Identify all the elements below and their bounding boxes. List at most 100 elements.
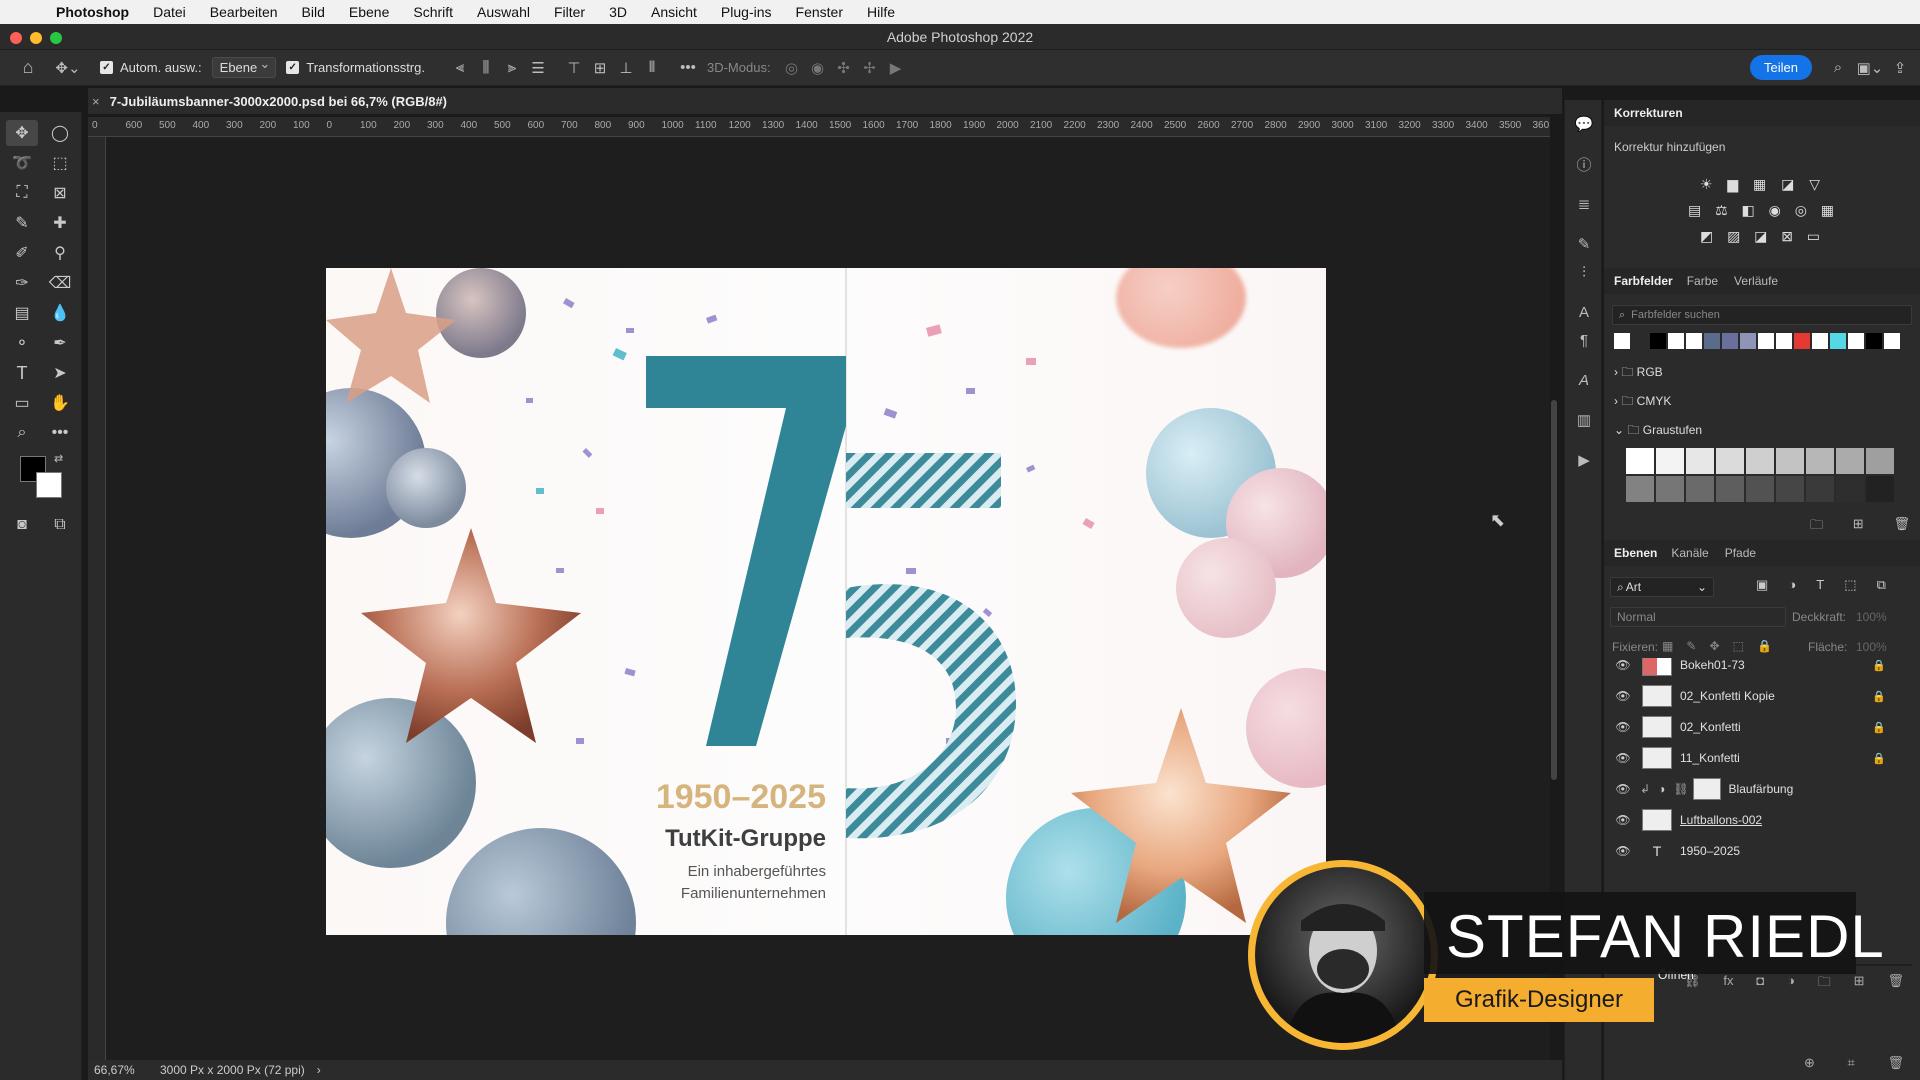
gray-swatch[interactable] [1866, 448, 1894, 474]
threshold-icon[interactable]: ◪ [1754, 228, 1767, 245]
screen-mode-icon[interactable]: ⧉ [44, 512, 76, 538]
search-icon[interactable]: ⌕ [1822, 59, 1854, 76]
share-button[interactable]: Teilen [1750, 55, 1812, 80]
opacity-value[interactable]: 100% [1856, 610, 1887, 624]
gray-swatch[interactable] [1716, 476, 1744, 502]
posterize-icon[interactable]: ▨ [1727, 228, 1740, 245]
color-swatch[interactable] [1632, 333, 1648, 349]
layer-name[interactable]: 02_Konfetti Kopie [1680, 689, 1775, 703]
path-select-tool-icon[interactable]: ➤ [44, 360, 76, 386]
workspace-icon[interactable]: ▣⌄ [1854, 59, 1886, 77]
color-lookup-icon[interactable]: ▦ [1821, 202, 1834, 219]
pen-tool-icon[interactable]: ✒ [44, 330, 76, 356]
swap-colors-icon[interactable]: ⇄ [54, 452, 63, 465]
layer-name[interactable]: 1950–2025 [1680, 844, 1740, 858]
delete-icon[interactable]: 🗑 [1887, 1055, 1904, 1071]
3d-orbit-icon[interactable]: ◎ [779, 59, 805, 77]
align-right-icon[interactable]: ⫸ [499, 59, 525, 76]
menu-plugins[interactable]: Plug-ins [721, 4, 772, 20]
document-tab-title[interactable]: 7-Jubiläumsbanner-3000x2000.psd bei 66,7… [110, 94, 447, 109]
new-group-icon[interactable]: 🗀 [1818, 973, 1831, 995]
layer-row[interactable]: 👁 02_Konfetti 🔒 [1604, 712, 1904, 742]
align-bottom-icon[interactable]: ⊥ [613, 59, 639, 77]
tab-ebenen[interactable]: Ebenen [1614, 546, 1657, 560]
comments-icon[interactable]: 💬 [1571, 112, 1597, 136]
menu-bild[interactable]: Bild [302, 4, 325, 20]
link-icon[interactable]: ⛓ [1673, 782, 1688, 796]
status-arrow-icon[interactable]: › [317, 1063, 321, 1077]
gray-swatch[interactable] [1686, 448, 1714, 474]
visibility-eye-icon[interactable]: 👁 [1612, 844, 1634, 858]
close-tab-icon[interactable]: × [92, 94, 100, 109]
visibility-eye-icon[interactable]: 👁 [1612, 813, 1634, 827]
auto-select-checkbox[interactable]: ✓ [100, 61, 113, 74]
home-icon[interactable]: ⌂ [8, 57, 48, 78]
menu-ebene[interactable]: Ebene [349, 4, 389, 20]
more-options-icon[interactable]: ••• [675, 59, 701, 76]
swatch-group-graustufen[interactable]: ⌄ 🗀 Graustufen [1614, 421, 1702, 442]
color-balance-icon[interactable]: ⚖ [1715, 202, 1728, 219]
lock-transparent-icon[interactable]: ▦ [1662, 639, 1673, 653]
visibility-eye-icon[interactable]: 👁 [1612, 720, 1634, 734]
gray-swatch[interactable] [1806, 448, 1834, 474]
type-tool-icon[interactable]: T [6, 360, 38, 386]
gray-swatch[interactable] [1626, 448, 1654, 474]
gray-swatch[interactable] [1626, 476, 1654, 502]
layer-row[interactable]: 👁 Luftballons-002 [1604, 805, 1904, 835]
zoom-tool-icon[interactable]: ⌕ [6, 420, 38, 446]
healing-brush-tool-icon[interactable]: ✚ [44, 210, 76, 236]
brightness-icon[interactable]: ☀ [1700, 176, 1713, 193]
layer-row[interactable]: 👁 T 1950–2025 [1604, 836, 1904, 866]
color-swatch[interactable] [1704, 333, 1720, 349]
distribute-vertical-icon[interactable]: ⫴ [639, 59, 665, 76]
eyedropper-tool-icon[interactable]: ✎ [6, 210, 38, 236]
brush-tool-icon[interactable]: ✐ [6, 240, 38, 266]
move-tool-icon[interactable]: ✥ [6, 120, 38, 146]
layer-filter-dropdown[interactable]: ⌕ Art ⌄ [1610, 577, 1714, 597]
align-middle-icon[interactable]: ⊞ [587, 59, 613, 77]
gradient-tool-icon[interactable]: ▤ [6, 300, 38, 326]
tab-kanaele[interactable]: Kanäle [1671, 546, 1708, 560]
gray-swatch[interactable] [1806, 476, 1834, 502]
3d-pan-icon[interactable]: ✣ [831, 59, 857, 77]
filter-adjustment-icon[interactable]: ◑ [1788, 577, 1796, 593]
gray-swatch[interactable] [1866, 476, 1894, 502]
libraries-icon[interactable]: ▥ [1571, 408, 1597, 432]
new-adjustment-icon[interactable]: ◑ [1787, 973, 1795, 995]
new-group-icon[interactable]: 🗀 [1810, 516, 1823, 538]
gray-swatch[interactable] [1776, 476, 1804, 502]
hand-tool-icon[interactable]: ✋ [44, 390, 76, 416]
color-swatch[interactable] [1830, 333, 1846, 349]
gray-swatch[interactable] [1836, 448, 1864, 474]
layer-name[interactable]: Bokeh01-73 [1680, 658, 1745, 672]
rectangle-tool-icon[interactable]: ▭ [6, 390, 38, 416]
eraser-tool-icon[interactable]: ⌫ [44, 270, 76, 296]
menu-schrift[interactable]: Schrift [413, 4, 453, 20]
gray-swatch[interactable] [1686, 476, 1714, 502]
menu-ansicht[interactable]: Ansicht [651, 4, 697, 20]
frame-tool-icon[interactable]: ⊠ [44, 180, 76, 206]
new-snapshot-icon[interactable]: ⊕ [1804, 1055, 1815, 1071]
filter-shape-icon[interactable]: ⬚ [1844, 577, 1856, 593]
korrekturen-title[interactable]: Korrekturen [1614, 106, 1683, 120]
exposure-icon[interactable]: ◪ [1781, 176, 1794, 193]
new-layer-icon[interactable]: ⊞ [1854, 973, 1865, 995]
fill-value[interactable]: 100% [1856, 640, 1887, 654]
gray-swatch[interactable] [1716, 448, 1744, 474]
delete-layer-icon[interactable]: 🗑 [1887, 973, 1904, 995]
invert-icon[interactable]: ◩ [1700, 228, 1713, 245]
object-select-tool-icon[interactable]: ⬚ [44, 150, 76, 176]
stamp-tool-icon[interactable]: ⚲ [44, 240, 76, 266]
filter-type-icon[interactable]: T [1816, 577, 1824, 593]
crop-tool-icon[interactable]: ⛶ [6, 180, 38, 206]
color-swatch[interactable] [1686, 333, 1702, 349]
vibrance-icon[interactable]: ▽ [1809, 176, 1820, 193]
color-swatch[interactable] [1794, 333, 1810, 349]
visibility-eye-icon[interactable]: 👁 [1612, 689, 1634, 703]
hue-sat-icon[interactable]: ▤ [1688, 202, 1701, 219]
close-window-icon[interactable] [10, 32, 22, 44]
add-mask-icon[interactable]: ◘ [1756, 973, 1764, 995]
photo-filter-icon[interactable]: ◉ [1769, 202, 1781, 219]
menu-filter[interactable]: Filter [554, 4, 585, 20]
align-left-icon[interactable]: ⫷ [447, 59, 473, 76]
